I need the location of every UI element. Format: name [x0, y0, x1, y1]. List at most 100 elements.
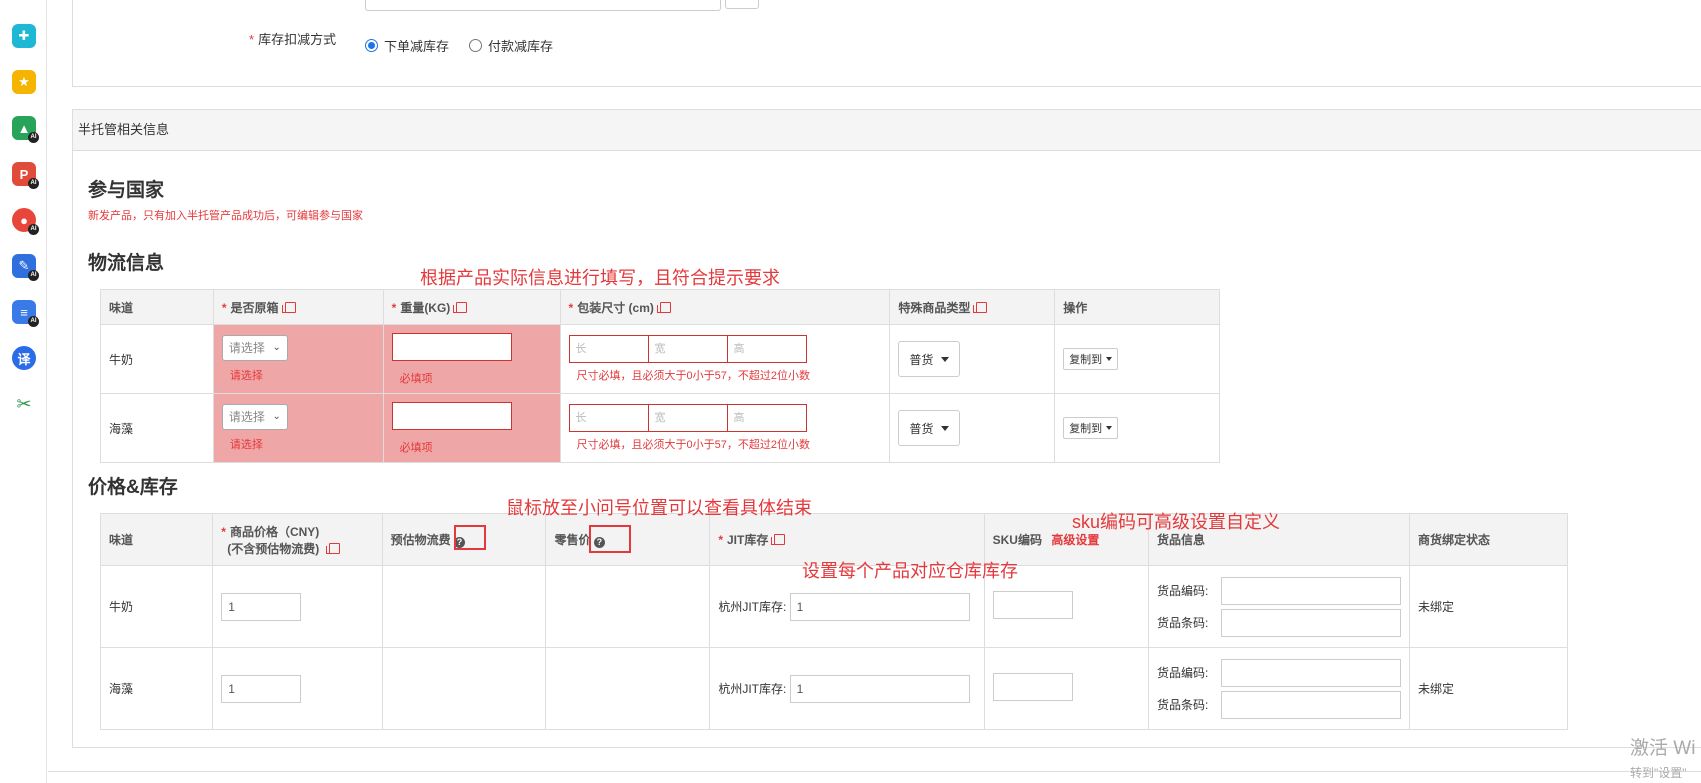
pdf-ai-icon[interactable]: P AI [12, 162, 39, 189]
error-message: 尺寸必填，且必须大于0小于57，不超过2位小数 [576, 439, 811, 451]
copy-icon[interactable] [326, 542, 341, 554]
special-type-dropdown[interactable]: 普货 [898, 341, 961, 377]
radio-checked-icon[interactable] [365, 39, 378, 52]
bind-status-cell: 未绑定 [1409, 647, 1568, 730]
goods-code-input[interactable] [1221, 658, 1402, 687]
table-row: 海藻 1 杭州JIT库存: 1 货品编码: 货品条码: 未绑定 [99, 647, 1568, 730]
goods-barcode-input[interactable] [1221, 690, 1402, 719]
error-message: 必填项 [399, 372, 433, 385]
countries-heading: 参与国家 [88, 180, 165, 201]
copy-to-button[interactable]: 复制到 [1063, 348, 1119, 370]
action-cell: 复制到 [1054, 324, 1220, 394]
est-shipping-cell [381, 565, 547, 648]
flavor-cell: 牛奶 [99, 565, 214, 648]
retail-price-cell [545, 647, 711, 730]
annotation-hover-hint: 鼠标放至小问号位置可以查看具体结束 [506, 498, 812, 518]
price-input[interactable]: 1 [221, 592, 302, 621]
goods-info-cell: 货品编码: 货品条码: [1148, 565, 1411, 648]
retail-price-cell [545, 565, 711, 648]
package-size-cell: 长 宽 高 尺寸必填，且必须大于0小于57，不超过2位小数 [559, 393, 891, 463]
col-original-box: * 是否原箱 [212, 289, 384, 325]
col-weight: * 重量(KG) [382, 289, 561, 325]
col-flavor: 味道 [100, 289, 214, 325]
plugin-icon[interactable]: ✚ [12, 24, 36, 48]
annotation-fill-hint: 根据产品实际信息进行填写，且符合提示要求 [420, 268, 780, 288]
price-cell: 1 [212, 565, 383, 648]
logistics-heading: 物流信息 [88, 253, 165, 274]
annotation-stock-hint: 设置每个产品对应仓库库存 [802, 561, 1018, 581]
radio-unchecked-icon[interactable] [469, 39, 482, 52]
length-input[interactable]: 长 [568, 335, 649, 363]
sku-code-input[interactable] [992, 591, 1073, 619]
star-icon[interactable]: ★ [12, 70, 36, 94]
goods-barcode-input[interactable] [1221, 608, 1402, 637]
error-message: 尺寸必填，且必须大于0小于57，不超过2位小数 [576, 370, 811, 382]
copy-icon[interactable] [453, 301, 468, 313]
doc-ai-icon[interactable]: ≡ AI [12, 300, 39, 327]
caret-down-icon [1106, 426, 1113, 430]
width-input[interactable]: 宽 [647, 335, 728, 363]
copy-to-button[interactable]: 复制到 [1063, 417, 1119, 439]
error-message: 请选择 [229, 370, 263, 382]
jit-stock-input[interactable]: 1 [789, 674, 970, 703]
copy-icon[interactable] [656, 301, 671, 313]
action-cell: 复制到 [1054, 393, 1220, 463]
basic-info-panel: * 库存扣减方式 下单减库存 付款减库存 [72, 0, 1701, 87]
highlight-box-retail-help [589, 525, 631, 553]
weight-input[interactable] [391, 401, 512, 430]
copy-icon[interactable] [771, 534, 786, 545]
copy-icon[interactable] [281, 301, 296, 313]
flavor-cell: 牛奶 [100, 324, 214, 394]
logistics-table: 味道 * 是否原箱 * 重量(KG) * 包装尺寸 (cm) 特殊商品类型 操作 牛奶… [100, 289, 1220, 463]
partial-button[interactable] [725, 0, 759, 9]
table-row: 海藻 请选择 ⌄ 请选择 必填项 长 宽 高 尺寸必填，且必须大于0小于57，不超… [100, 393, 1220, 463]
sku-code-input[interactable] [992, 673, 1073, 701]
countries-notice: 新发产品，只有加入半托管产品成功后，可编辑参与国家 [88, 210, 363, 222]
edit-ai-icon[interactable]: ✎ AI [12, 254, 39, 281]
chevron-down-icon: ⌄ [272, 342, 281, 353]
price-stock-heading: 价格&库存 [88, 477, 178, 498]
panel-title: 半托管相关信息 [73, 110, 1701, 151]
activation-watermark: 激活 Wi 转到"设置" [1630, 738, 1696, 780]
image-ai-icon[interactable]: ▲ AI [12, 116, 39, 143]
flavor-cell: 海藻 [99, 647, 214, 730]
col-special-type: 特殊商品类型 [889, 289, 1056, 325]
sku-code-cell [983, 647, 1150, 730]
height-input[interactable]: 高 [726, 404, 807, 432]
weight-input[interactable] [391, 332, 512, 361]
table-header-row: 味道 * 是否原箱 * 重量(KG) * 包装尺寸 (cm) 特殊商品类型 操作 [100, 289, 1220, 325]
col-price: * 商品价格（CNY) (不含预估物流费) [212, 513, 383, 566]
height-input[interactable]: 高 [726, 335, 807, 363]
record-ai-icon[interactable]: ● AI [12, 208, 39, 235]
radio-pay-deduct[interactable]: 付款减库存 [469, 36, 553, 55]
partial-input[interactable] [365, 0, 721, 11]
translate-icon[interactable]: 译 [12, 346, 36, 370]
special-type-dropdown[interactable]: 普货 [898, 410, 961, 446]
stock-deduct-label: * 库存扣减方式 [249, 32, 337, 47]
col-action: 操作 [1054, 289, 1220, 325]
original-box-select[interactable]: 请选择 ⌄ [221, 335, 288, 361]
error-message: 请选择 [229, 439, 263, 451]
caret-down-icon [1106, 357, 1113, 361]
col-bind-status: 商货绑定状态 [1409, 513, 1568, 566]
length-input[interactable]: 长 [568, 404, 649, 432]
caret-down-icon [941, 425, 950, 431]
price-input[interactable]: 1 [221, 674, 302, 703]
table-row: 牛奶 请选择 ⌄ 请选择 必填项 长 宽 高 尺寸必填，且必须大于0小于57，不超… [100, 324, 1220, 394]
radio-order-deduct[interactable]: 下单减库存 [365, 36, 449, 55]
goods-code-input[interactable] [1221, 576, 1402, 605]
original-box-select[interactable]: 请选择 ⌄ [221, 404, 288, 430]
jit-stock-input[interactable]: 1 [789, 592, 970, 621]
copy-icon[interactable] [973, 301, 988, 313]
special-type-cell: 普货 [889, 324, 1056, 394]
col-flavor: 味道 [99, 513, 214, 566]
original-box-cell: 请选择 ⌄ 请选择 [212, 393, 384, 463]
width-input[interactable]: 宽 [647, 404, 728, 432]
sidebar: ✚ ★ ▲ AI P AI ● AI ✎ AI ≡ AI 译 ✂ [0, 0, 47, 783]
scissors-icon[interactable]: ✂ [12, 392, 36, 416]
original-box-cell: 请选择 ⌄ 请选择 [212, 324, 384, 394]
est-shipping-cell [381, 647, 547, 730]
annotation-sku-hint: sku编码可高级设置自定义 [1072, 512, 1281, 532]
weight-cell: 必填项 [382, 324, 561, 394]
advanced-settings-link[interactable]: 高级设置 [1051, 533, 1099, 547]
